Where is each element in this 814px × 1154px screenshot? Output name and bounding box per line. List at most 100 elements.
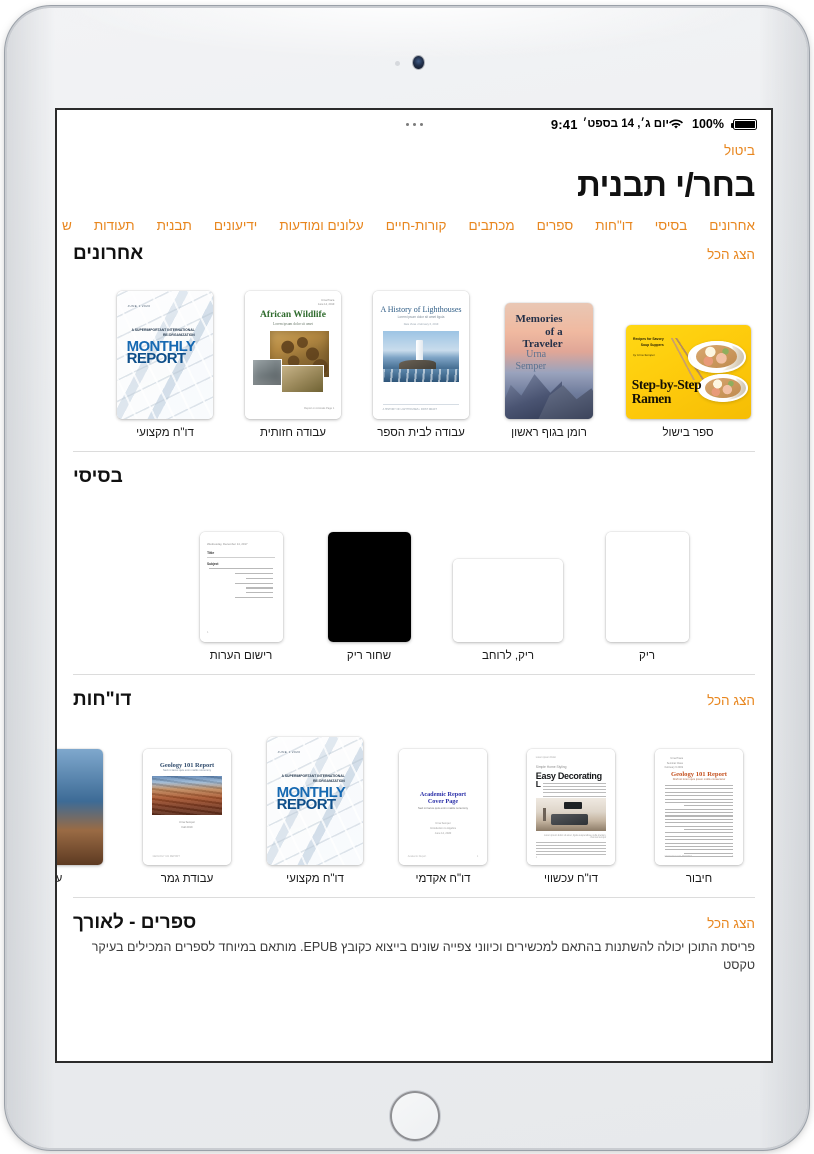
section-header-recents: אחרונים הצג הכל [57,243,771,265]
tab-4[interactable]: מכתבים [469,218,515,233]
template-thumbnail-wrap [327,502,411,642]
template-thumbnail[interactable]: Geology 101 Report Sed mi lacus quis enim… [143,749,231,865]
template-thumbnail-wrap: A History of Lighthouses Lorem ipsum dolo… [373,279,469,419]
tab-6[interactable]: עלונים ומודעות [279,218,363,233]
show-all-recents-button[interactable]: הצג הכל [707,247,755,262]
template-card[interactable]: ריק [583,502,711,662]
template-thumbnail[interactable]: Urna Praca June 14, 2019 African Wildlife L… [245,291,341,419]
template-label: רישום הערות [209,650,273,662]
template-thumbnail-wrap: JUNE 1 2020 A SUPERIMPORTANT INTERNATIONA… [267,725,363,865]
tab-9[interactable]: תעודות [94,218,135,233]
front-camera-icon [413,56,424,69]
template-thumbnail-wrap: Memories of a Traveler Urna Semper [505,279,593,419]
toolbar: ביטול [57,138,771,160]
template-label: ע [57,873,62,885]
template-thumbnail[interactable]: Wednesday, December 14, 2017 Title Subject… [199,532,283,642]
tab-5[interactable]: קורות-חיים [386,218,447,233]
template-thumbnail[interactable]: Academic Report Cover Page Sed mi lacus qu… [399,749,487,865]
ipad-screen: 100% יום ג׳, 14 בספט׳ 9:41 ביטול בחר/י ת… [55,108,773,1063]
template-card[interactable]: Academic Report Cover Page Sed mi lacus qu… [379,725,507,885]
template-label: חיבור [685,873,713,885]
template-label: עבודה לבית הספר [377,427,465,439]
template-card[interactable]: שחור ריק [305,502,433,662]
battery-percent-label: 100% [692,117,724,131]
template-thumbnail[interactable]: Lorem ipsum Dolor Simple Home Styling Easy… [527,749,615,865]
template-thumbnail[interactable]: JUNE 1 2020 A SUPERIMPORTANT INTERNATIONA… [117,291,213,419]
template-label: שחור ריק [346,650,392,662]
template-card[interactable]: Wednesday, December 14, 2017 Title Subject… [177,502,305,662]
status-bar-right-group: יום ג׳, 14 בספט׳ 9:41 [551,117,669,132]
tab-10[interactable]: ש [62,218,72,233]
reports-template-row[interactable]: Urna Praca Seminar Class February 6 2019 Ge… [57,711,771,885]
template-thumbnail[interactable]: JUNE 1 2020 A SUPERIMPORTANT INTERNATIONA… [267,737,363,865]
section-divider-1 [73,451,755,452]
ambient-light-sensor [395,61,400,66]
template-thumbnail[interactable] [453,559,563,642]
status-bar-left-group: 100% [669,117,757,131]
template-thumbnail[interactable] [57,749,103,865]
template-card[interactable]: Lorem ipsum Dolor Simple Home Styling Easy… [507,725,635,885]
template-thumbnail-wrap: Geology 101 Report Sed mi lacus quis enim… [143,725,231,865]
recents-template-row[interactable]: Recipes for Savory Soup Suppers by Urna Se… [57,265,771,439]
tab-8[interactable]: תבנית [157,218,192,233]
section-title-books: ספרים - לאורך [73,912,197,933]
template-label: דו"ח מקצועי [286,873,344,885]
template-thumbnail[interactable]: A History of Lighthouses Lorem ipsum dolo… [373,291,469,419]
template-card[interactable]: Geology 101 Report Sed mi lacus quis enim… [123,725,251,885]
template-thumbnail[interactable] [327,532,411,642]
template-card[interactable]: JUNE 1 2020 A SUPERIMPORTANT INTERNATIONA… [251,725,379,885]
template-thumbnail-wrap: Academic Report Cover Page Sed mi lacus qu… [399,725,487,865]
template-thumbnail-wrap [605,502,689,642]
template-card[interactable]: ע [57,725,123,885]
ipad-device-frame: 100% יום ג׳, 14 בספט׳ 9:41 ביטול בחר/י ת… [7,8,807,1148]
tab-2[interactable]: דו"חות [595,218,633,233]
section-header-books: ספרים - לאורך הצג הכל [57,912,771,934]
template-thumbnail-wrap: Wednesday, December 14, 2017 Title Subject… [199,502,283,642]
template-label: ריק, לרוחב [482,650,534,662]
show-all-reports-button[interactable]: הצג הכל [707,693,755,708]
template-label: עבודת גמר [160,873,214,885]
template-thumbnail-wrap: Lorem ipsum Dolor Simple Home Styling Easy… [527,725,615,865]
section-title-basic: בסיסי [73,466,123,487]
template-card[interactable]: JUNE 1 2020 A SUPERIMPORTANT INTERNATIONA… [101,279,229,439]
status-date-label: יום ג׳, 14 בספט׳ [582,118,670,130]
section-title-reports: דו"חות [73,689,132,710]
template-card[interactable]: A History of Lighthouses Lorem ipsum dolo… [357,279,485,439]
status-bar: 100% יום ג׳, 14 בספט׳ 9:41 [57,110,771,138]
template-thumbnail-wrap: Urna Praca Seminar Class February 6 2019 Ge… [655,725,743,865]
template-card[interactable]: ריק, לרוחב [433,502,583,662]
template-thumbnail-wrap: Recipes for Savory Soup Suppers by Urna Se… [625,279,751,419]
template-card[interactable]: Urna Praca June 14, 2019 African Wildlife L… [229,279,357,439]
tab-1[interactable]: בסיסי [655,218,688,233]
template-label: ספר בישול [662,427,714,439]
template-thumbnail[interactable]: Memories of a Traveler Urna Semper [505,303,593,419]
template-thumbnail-wrap [453,502,563,642]
template-label: עבודה חזותית [260,427,326,439]
cancel-button[interactable]: ביטול [724,143,755,158]
wifi-icon [669,119,684,130]
basic-template-row[interactable]: ריק ריק, לרוחב שחור ריק Wednesday, December… [57,488,771,662]
home-button[interactable] [390,1091,440,1141]
template-card[interactable]: Memories of a Traveler Urna Semper רומן בגוף … [485,279,613,439]
category-tab-bar[interactable]: אחרונים בסיסי דו"חות ספרים מכתבים קורות-חיים ע… [57,204,771,243]
battery-full-icon [731,118,757,130]
section-divider-3 [73,897,755,898]
show-all-books-button[interactable]: הצג הכל [707,916,755,931]
template-thumbnail-wrap: Urna Praca June 14, 2019 African Wildlife L… [245,279,341,419]
template-thumbnail[interactable]: Recipes for Savory Soup Suppers by Urna Se… [625,325,751,419]
section-description-books: פריסת התוכן יכולה להשתנות בהתאם למכשירים… [91,940,755,973]
template-thumbnail[interactable]: Urna Praca Seminar Class February 6 2019 Ge… [655,749,743,865]
section-header-reports: דו"חות הצג הכל [57,689,771,711]
template-card[interactable]: Urna Praca Seminar Class February 6 2019 Ge… [635,725,763,885]
template-card[interactable]: Recipes for Savory Soup Suppers by Urna Se… [613,279,763,439]
template-label: רומן בגוף ראשון [511,427,587,439]
section-divider-2 [73,674,755,675]
template-thumbnail-wrap: JUNE 1 2020 A SUPERIMPORTANT INTERNATIONA… [117,279,213,419]
section-title-recents: אחרונים [73,243,144,264]
template-gallery-scroll[interactable]: אחרונים הצג הכל Recipes for Savory Soup S… [57,243,771,1061]
template-thumbnail-wrap [57,725,103,865]
tab-0[interactable]: אחרונים [709,218,755,233]
tab-7[interactable]: ידיעונים [214,218,258,233]
template-thumbnail[interactable] [605,532,689,642]
tab-3[interactable]: ספרים [537,218,574,233]
